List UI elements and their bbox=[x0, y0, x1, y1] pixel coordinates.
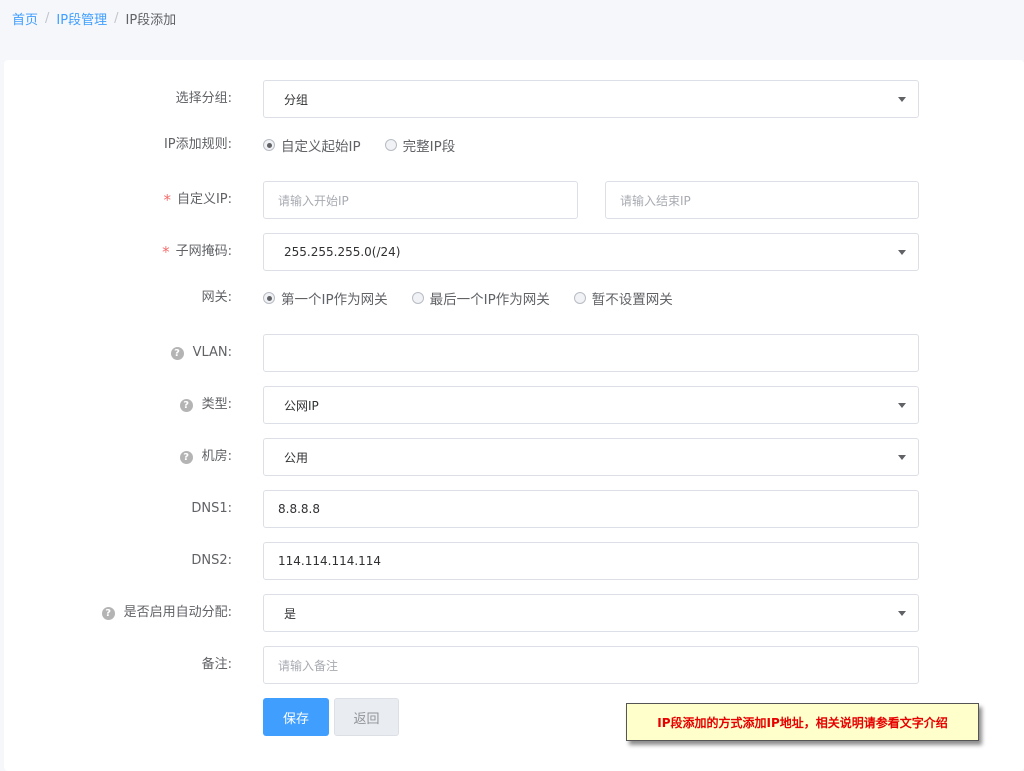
remark-label: 备注: bbox=[202, 646, 232, 684]
vlan-label: ? VLAN: bbox=[170, 334, 232, 372]
radio-unchecked-icon bbox=[384, 139, 397, 151]
radio-checked-icon bbox=[263, 139, 275, 151]
radio-checked-icon bbox=[263, 292, 275, 304]
room-select-value: 公用 bbox=[284, 450, 309, 465]
gateway-label: 网关: bbox=[202, 279, 232, 317]
custom-ip-row: * 自定义IP: 请输入开始IP 请输入结束IP bbox=[4, 181, 1024, 219]
dns1-row: DNS1: 8.8.8.8 bbox=[4, 490, 1024, 528]
auto-assign-row: ? 是否启用自动分配: 是 bbox=[4, 594, 1024, 632]
dns2-value: 114.114.114.114 bbox=[278, 554, 382, 568]
annotation-note: IP段添加的方式添加IP地址，相关说明请参看文字介绍 bbox=[626, 703, 979, 741]
dns1-value: 8.8.8.8 bbox=[278, 502, 320, 516]
room-label: ? 机房: bbox=[179, 438, 232, 476]
room-select[interactable]: 公用 bbox=[263, 438, 919, 476]
start-ip-placeholder: 请输入开始IP bbox=[278, 193, 349, 208]
back-button[interactable]: 返回 bbox=[334, 698, 399, 736]
rule-label: IP添加规则: bbox=[164, 126, 232, 164]
rule-label-text: IP添加规则: bbox=[163, 137, 232, 152]
type-select-value: 公网IP bbox=[284, 398, 319, 413]
end-ip-placeholder: 请输入结束IP bbox=[620, 193, 691, 208]
required-mark: * bbox=[162, 243, 170, 261]
help-icon[interactable]: ? bbox=[101, 606, 115, 620]
remark-placeholder: 请输入备注 bbox=[278, 658, 339, 673]
rule-radio-group: 自定义起始IP 完整IP段 bbox=[263, 126, 479, 164]
subnet-select-value: 255.255.255.0(/24) bbox=[284, 245, 401, 259]
room-label-text: 机房: bbox=[201, 449, 232, 464]
rule-radio-full[interactable]: 完整IP段 bbox=[384, 135, 456, 155]
group-select[interactable]: 分组 bbox=[263, 80, 919, 118]
chevron-down-icon bbox=[898, 250, 906, 255]
auto-assign-select-value: 是 bbox=[284, 606, 297, 621]
custom-ip-label-text: 自定义IP: bbox=[176, 192, 232, 207]
rule-radio-custom-label: 自定义起始IP bbox=[281, 139, 361, 155]
gateway-radio-last[interactable]: 最后一个IP作为网关 bbox=[411, 288, 550, 308]
gateway-label-text: 网关: bbox=[201, 290, 232, 305]
auto-assign-select[interactable]: 是 bbox=[263, 594, 919, 632]
room-row: ? 机房: 公用 bbox=[4, 438, 1024, 476]
help-icon[interactable]: ? bbox=[179, 398, 193, 412]
vlan-input[interactable] bbox=[263, 334, 919, 372]
rule-radio-custom[interactable]: 自定义起始IP bbox=[263, 135, 361, 155]
form-card: 选择分组: 分组 IP添加规则: 自定义起始IP 完整IP段 * 自定义IP: … bbox=[4, 60, 1024, 771]
type-label: ? 类型: bbox=[179, 386, 232, 424]
radio-unchecked-icon bbox=[411, 292, 424, 304]
group-label: 选择分组: bbox=[176, 80, 232, 118]
gateway-radio-none[interactable]: 暂不设置网关 bbox=[573, 288, 673, 308]
breadcrumb-home-link[interactable]: 首页 bbox=[12, 9, 38, 28]
type-select[interactable]: 公网IP bbox=[263, 386, 919, 424]
gateway-radio-group: 第一个IP作为网关 最后一个IP作为网关 暂不设置网关 bbox=[263, 279, 697, 317]
save-button[interactable]: 保存 bbox=[263, 698, 329, 736]
rule-radio-full-label: 完整IP段 bbox=[402, 139, 456, 155]
end-ip-input[interactable]: 请输入结束IP bbox=[605, 181, 919, 219]
chevron-down-icon bbox=[898, 97, 906, 102]
gateway-radio-first[interactable]: 第一个IP作为网关 bbox=[263, 288, 388, 308]
help-icon[interactable]: ? bbox=[170, 346, 184, 360]
breadcrumb-ip-manage-link[interactable]: IP段管理 bbox=[56, 9, 107, 28]
subnet-label: * 子网掩码: bbox=[162, 233, 232, 271]
help-icon[interactable]: ? bbox=[179, 450, 193, 464]
start-ip-input[interactable]: 请输入开始IP bbox=[263, 181, 578, 219]
dns2-label: DNS2: bbox=[191, 542, 232, 580]
breadcrumb: 首页 / IP段管理 / IP段添加 bbox=[12, 9, 176, 28]
gateway-radio-none-label: 暂不设置网关 bbox=[591, 292, 673, 308]
dns2-input[interactable]: 114.114.114.114 bbox=[263, 542, 919, 580]
gateway-radio-first-label: 第一个IP作为网关 bbox=[281, 292, 388, 308]
type-row: ? 类型: 公网IP bbox=[4, 386, 1024, 424]
dns1-label: DNS1: bbox=[191, 490, 232, 528]
chevron-down-icon bbox=[898, 403, 906, 408]
auto-assign-label: ? 是否启用自动分配: bbox=[101, 594, 232, 632]
auto-assign-label-text: 是否启用自动分配: bbox=[123, 605, 232, 620]
dns2-row: DNS2: 114.114.114.114 bbox=[4, 542, 1024, 580]
vlan-row: ? VLAN: bbox=[4, 334, 1024, 372]
chevron-down-icon bbox=[898, 455, 906, 460]
remark-input[interactable]: 请输入备注 bbox=[263, 646, 919, 684]
group-row: 选择分组: 分组 bbox=[4, 80, 1024, 118]
breadcrumb-separator: / bbox=[45, 11, 50, 26]
gateway-radio-last-label: 最后一个IP作为网关 bbox=[429, 292, 550, 308]
breadcrumb-current: IP段添加 bbox=[125, 13, 177, 28]
custom-ip-label: * 自定义IP: bbox=[163, 181, 232, 219]
subnet-row: * 子网掩码: 255.255.255.0(/24) bbox=[4, 233, 1024, 271]
chevron-down-icon bbox=[898, 611, 906, 616]
breadcrumb-separator: / bbox=[114, 11, 119, 26]
gateway-row: 网关: 第一个IP作为网关 最后一个IP作为网关 暂不设置网关 bbox=[4, 279, 1024, 317]
dns2-label-text: DNS2: bbox=[191, 553, 232, 568]
dns1-input[interactable]: 8.8.8.8 bbox=[263, 490, 919, 528]
group-select-value: 分组 bbox=[284, 92, 309, 107]
subnet-select[interactable]: 255.255.255.0(/24) bbox=[263, 233, 919, 271]
radio-unchecked-icon bbox=[573, 292, 586, 304]
remark-label-text: 备注: bbox=[201, 657, 232, 672]
group-label-text: 选择分组: bbox=[175, 91, 232, 106]
dns1-label-text: DNS1: bbox=[191, 501, 232, 516]
remark-row: 备注: 请输入备注 bbox=[4, 646, 1024, 684]
required-mark: * bbox=[163, 191, 171, 209]
rule-row: IP添加规则: 自定义起始IP 完整IP段 bbox=[4, 126, 1024, 164]
subnet-label-text: 子网掩码: bbox=[175, 244, 232, 259]
type-label-text: 类型: bbox=[201, 397, 232, 412]
vlan-label-text: VLAN: bbox=[192, 345, 232, 360]
